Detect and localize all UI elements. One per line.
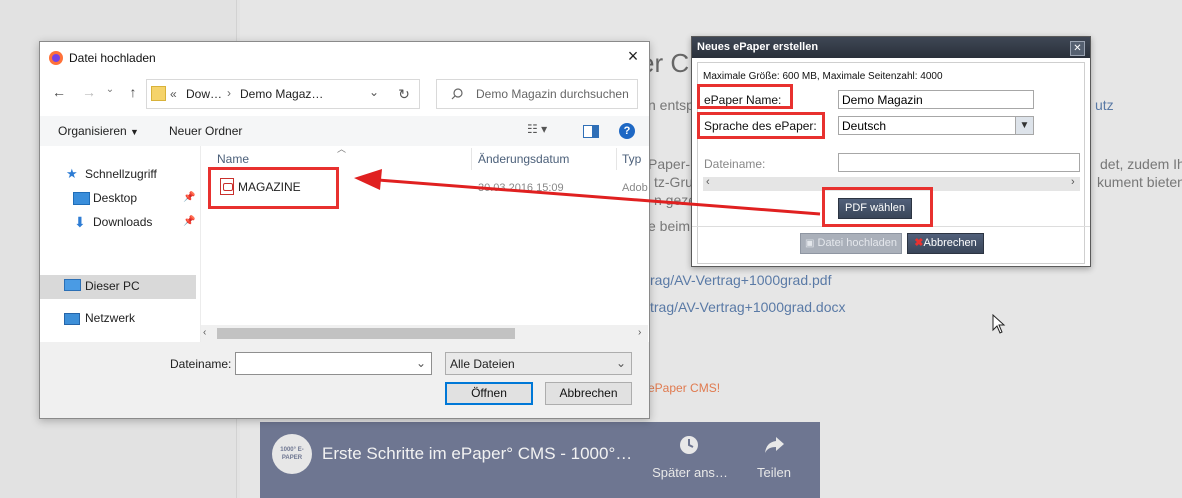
search-icon [451,88,463,100]
chevron-down-icon: ⌄ [616,356,627,370]
body-link[interactable]: utz [1095,97,1114,113]
upload-button[interactable]: ▣ Datei hochladen [800,233,902,254]
search-box[interactable]: Demo Magazin durchsuchen [436,79,638,109]
column-header-date[interactable]: Änderungsdatum [478,152,569,166]
limits-text: Maximale Größe: 600 MB, Maximale Seitenz… [703,71,943,82]
recent-dropdown-icon[interactable]: ⌄ [100,84,120,95]
new-epaper-dialog: Neues ePaper erstellen ✕ Maximale Größe:… [691,36,1091,267]
upload-button-label: Datei hochladen [817,237,898,249]
highlight-box-name [697,84,793,109]
pdf-download-link[interactable]: rag/AV-Vertrag+1000grad.pdf [650,272,831,288]
clock-icon[interactable] [678,434,700,456]
language-value: Deutsch [842,119,887,133]
forward-arrow-icon[interactable]: → [79,84,99,100]
video-channel-logo: 1000° E-PAPER [272,434,312,474]
folder-icon [151,86,166,101]
open-button[interactable]: Öffnen [445,382,533,405]
share-icon[interactable] [763,435,785,455]
up-arrow-icon[interactable]: ↑ [123,84,143,100]
cancel-x-icon: ✖ [914,237,924,249]
sidebar-item-desktop[interactable]: Desktop [93,191,137,205]
scroll-right-icon[interactable]: › [638,327,641,338]
filetype-value: Alle Dateien [450,357,515,371]
breadcrumb-separator-icon: › [227,86,231,100]
video-title[interactable]: Erste Schritte im ePaper° CMS - 1000°… [322,444,632,464]
star-icon: ★ [66,166,78,181]
file-upload-dialog: Datei hochladen × ← → ⌄ ↑ « Dow… › Demo … [39,41,650,419]
scroll-right-icon[interactable]: › [1071,176,1075,188]
chevron-down-icon[interactable]: ⌄ [416,356,426,370]
close-icon[interactable]: × [624,47,642,65]
pin-icon[interactable]: 📌 [183,192,195,203]
red-arrow-icon [354,169,821,216]
download-icon: ⬇ [74,214,86,230]
sidebar-item-downloads[interactable]: Downloads [93,215,152,229]
address-bar[interactable]: « Dow… › Demo Magaz… ⌄ [146,79,390,109]
preview-pane-icon[interactable] [583,125,599,138]
filetype-select[interactable]: Alle Dateien ⌄ [445,352,632,375]
new-folder-button[interactable]: Neuer Ordner [169,124,242,138]
scroll-left-icon[interactable]: ‹ [203,327,206,338]
close-icon[interactable]: ✕ [1070,41,1085,56]
epaper-name-input[interactable]: Demo Magazin [838,90,1034,109]
search-placeholder: Demo Magazin durchsuchen [476,87,629,101]
pane-divider [200,146,201,342]
sidebar-item-network[interactable]: Netzwerk [85,311,135,325]
help-icon[interactable]: ? [619,123,635,139]
column-divider[interactable] [616,148,617,170]
chevron-down-icon: ▼ [130,127,139,137]
column-header-name[interactable]: Name [217,152,249,166]
body-text-line: det, zudem Ihre [1100,156,1182,172]
horizontal-scrollbar[interactable]: ‹ › [201,325,648,342]
save-icon: ▣ [804,238,815,249]
chevron-down-icon[interactable]: ▼ [1015,117,1033,134]
highlight-box-pdf [822,187,933,227]
refresh-icon[interactable]: ↻ [389,79,420,109]
mouse-cursor-icon [992,314,1006,334]
organize-button[interactable]: Organisieren ▼ [58,124,139,138]
pin-icon[interactable]: 📌 [183,216,195,227]
filename-field[interactable] [838,153,1080,172]
firefox-icon [49,51,63,65]
docx-download-link[interactable]: trag/AV-Vertrag+1000grad.docx [650,299,845,315]
computer-icon [64,279,81,291]
highlight-box-language [697,112,825,139]
back-arrow-icon[interactable]: ← [49,84,69,100]
watch-later-label[interactable]: Später ans… [650,465,730,480]
ep-cancel-button[interactable]: ✖Abbrechen [907,233,984,254]
breadcrumb-item[interactable]: Demo Magaz… [240,87,323,101]
breadcrumb-overflow[interactable]: « [170,87,177,101]
column-header-type[interactable]: Typ [622,152,641,166]
organize-label: Organisieren [58,124,127,138]
chevron-down-icon[interactable]: ⌄ [369,85,379,99]
sidebar-item-quick-access[interactable]: Schnellzugriff [85,167,157,181]
orange-text: ePaper CMS! [648,381,721,395]
desktop-folder-icon [73,192,90,205]
body-text-line: kument bieten [1097,174,1182,190]
dialog-title: Neues ePaper erstellen [697,41,819,53]
highlight-box-file [208,167,339,209]
column-divider[interactable] [471,148,472,170]
filename-label: Dateiname: [170,357,232,371]
share-label[interactable]: Teilen [744,465,804,480]
view-options-icon[interactable]: ☷ ▾ [527,122,547,136]
breadcrumb-item[interactable]: Dow… [186,87,222,101]
dialog-title: Datei hochladen [69,51,156,65]
network-icon [64,313,80,325]
cancel-button[interactable]: Abbrechen [545,382,632,405]
video-embed[interactable]: 1000° E-PAPER Erste Schritte im ePaper° … [260,422,820,498]
sidebar-item-this-pc[interactable]: Dieser PC [85,279,140,293]
scrollbar-thumb[interactable] [217,328,515,339]
sort-arrow-icon: ︿ [337,144,347,154]
filename-input[interactable]: ⌄ [235,352,432,375]
cancel-button-label: Abbrechen [923,237,977,249]
body-text-line: n entsp [648,97,694,113]
language-select[interactable]: Deutsch ▼ [838,116,1034,135]
